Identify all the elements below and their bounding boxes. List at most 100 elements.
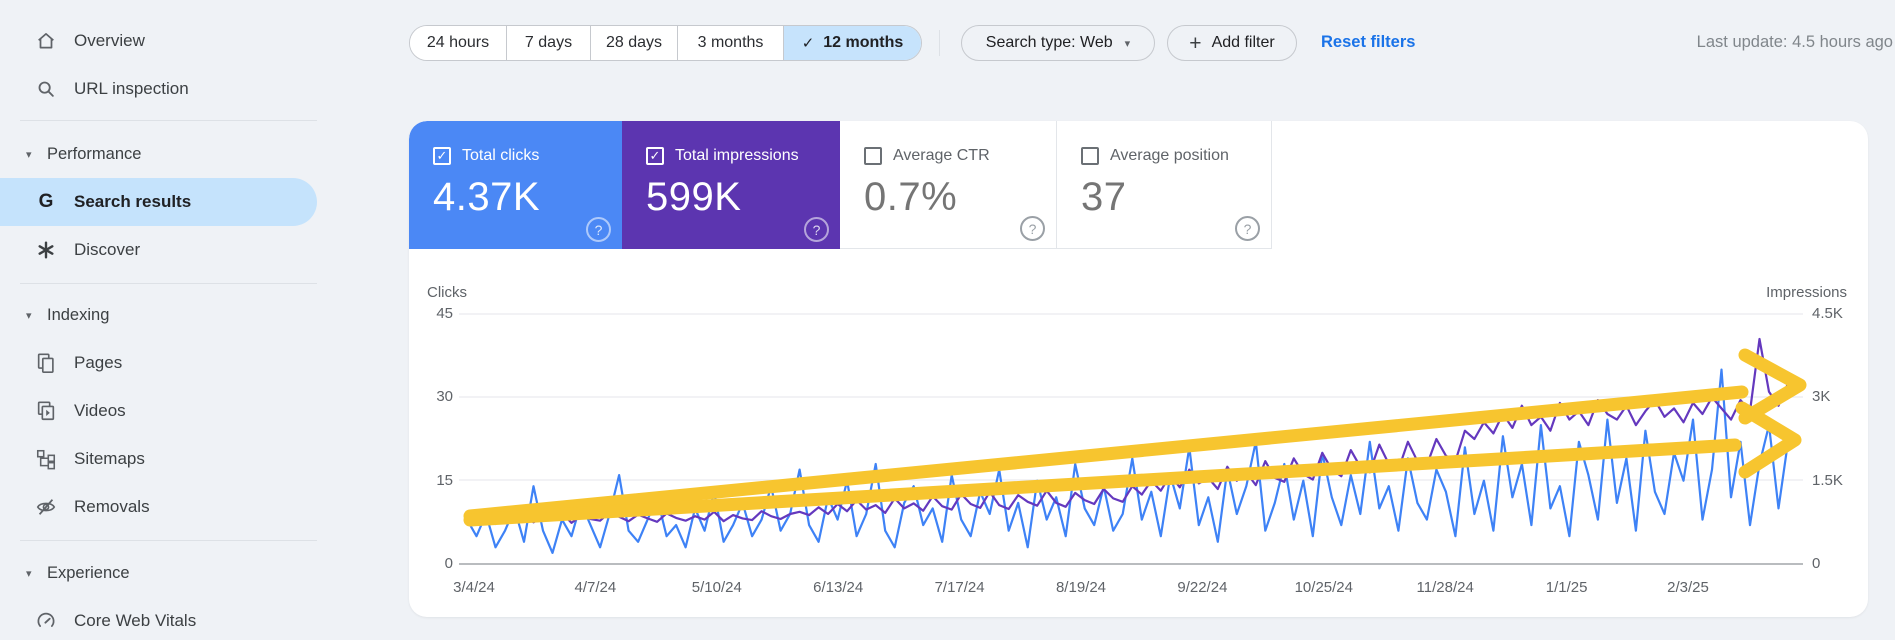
y-axis-left-tick: 15 — [436, 471, 453, 489]
average-ctr-card[interactable]: Average CTR 0.7% ? — [840, 121, 1057, 249]
sidebar-divider — [20, 540, 317, 541]
sidebar-item-label: URL inspection — [74, 79, 189, 98]
chevron-down-icon: ▾ — [26, 567, 32, 580]
sidebar-item-label: Search results — [74, 192, 192, 211]
card-label: Average position — [1110, 147, 1229, 164]
gauge-icon — [34, 609, 58, 633]
average-position-checkbox[interactable] — [1081, 147, 1099, 165]
x-axis-tick: 9/22/24 — [1177, 579, 1228, 596]
sidebar-item-core-web-vitals[interactable]: Core Web Vitals — [0, 597, 317, 640]
x-axis-tick: 5/10/24 — [691, 579, 742, 596]
trend-arrow-upper-shaft — [463, 385, 1749, 523]
search-type-dropdown[interactable]: Search type: Web ▾ — [961, 25, 1155, 61]
sidebar-item-label: Core Web Vitals — [74, 611, 197, 630]
date-range-segmented-control: 24 hours 7 days 28 days 3 months ✓ 12 mo… — [409, 25, 922, 61]
x-axis-tick: 11/28/24 — [1416, 579, 1474, 596]
total-impressions-value: 599K — [646, 175, 742, 219]
sidebar-section-experience[interactable]: ▾ Experience — [0, 549, 320, 597]
sidebar-item-label: Sitemaps — [74, 449, 145, 468]
sidebar-item-label: Discover — [74, 240, 141, 259]
sidebar-item-pages[interactable]: Pages — [0, 339, 317, 387]
range-24-hours-button[interactable]: 24 hours — [410, 26, 506, 60]
y-axis-right-tick: 1.5K — [1812, 471, 1843, 489]
sidebar-item-url-inspection[interactable]: URL inspection — [0, 65, 317, 113]
range-12-months-button[interactable]: ✓ 12 months — [783, 26, 921, 60]
x-axis-tick: 4/7/24 — [574, 579, 617, 596]
checkmark-icon: ✓ — [801, 35, 815, 52]
range-28-days-button[interactable]: 28 days — [590, 26, 677, 60]
sidebar-item-search-results[interactable]: G Search results — [0, 178, 317, 226]
total-clicks-checkbox[interactable]: ✓ — [433, 147, 451, 165]
average-position-card[interactable]: Average position 37 ? — [1057, 121, 1272, 249]
videos-icon — [34, 399, 58, 423]
total-clicks-value: 4.37K — [433, 175, 541, 219]
sidebar-item-sitemaps[interactable]: Sitemaps — [0, 435, 317, 483]
x-axis-tick: 8/19/24 — [1055, 579, 1107, 596]
average-ctr-value: 0.7% — [864, 175, 958, 219]
range-3-months-button[interactable]: 3 months — [677, 26, 783, 60]
range-7-days-button[interactable]: 7 days — [506, 26, 590, 60]
google-g-icon: G — [38, 191, 54, 212]
trend-arrow-annotations — [463, 348, 1807, 527]
sidebar-item-videos[interactable]: Videos — [0, 387, 317, 435]
card-label: Total impressions — [675, 147, 799, 164]
sidebar: Overview URL inspection ▾ Performance G … — [0, 0, 320, 640]
total-clicks-card[interactable]: ✓ Total clicks 4.37K ? — [409, 121, 622, 249]
y-axis-left-tick: 0 — [444, 555, 453, 572]
range-label: 28 days — [605, 34, 663, 51]
average-ctr-checkbox[interactable] — [864, 147, 882, 165]
y-axis-left-title: Clicks — [427, 284, 467, 301]
sidebar-item-label: Videos — [74, 401, 126, 420]
x-axis-tick: 7/17/24 — [934, 579, 985, 596]
search-type-label: Search type: Web — [985, 34, 1113, 51]
trend-arrow-upper-head — [1738, 348, 1807, 425]
sidebar-section-label: Experience — [47, 563, 130, 582]
chart-gridlines — [459, 313, 1803, 565]
range-label: 7 days — [524, 34, 573, 51]
sidebar-item-removals[interactable]: Removals — [0, 483, 317, 531]
x-axis-tick: 6/13/24 — [813, 579, 864, 596]
help-icon[interactable]: ? — [1020, 216, 1045, 241]
y-axis-right-tick: 4.5K — [1812, 305, 1843, 322]
search-icon — [34, 77, 58, 101]
range-label: 12 months — [823, 34, 904, 51]
reset-filters-link[interactable]: Reset filters — [1321, 33, 1415, 52]
add-filter-label: Add filter — [1211, 34, 1275, 51]
plus-icon: + — [1189, 31, 1202, 55]
sidebar-item-overview[interactable]: Overview — [0, 17, 317, 65]
pages-icon — [34, 351, 58, 375]
sidebar-item-discover[interactable]: Discover — [0, 226, 317, 274]
sitemap-icon — [34, 447, 58, 471]
home-icon — [34, 29, 58, 53]
total-impressions-card[interactable]: ✓ Total impressions 599K ? — [622, 121, 840, 249]
y-axis-right-title: Impressions — [1766, 284, 1847, 301]
help-icon[interactable]: ? — [586, 217, 611, 242]
total-impressions-checkbox[interactable]: ✓ — [646, 147, 664, 165]
y-axis-right-tick: 3K — [1812, 388, 1831, 406]
help-icon[interactable]: ? — [1235, 216, 1260, 241]
series-line-total-clicks — [466, 368, 1790, 554]
y-axis-left-tick: 30 — [436, 388, 453, 406]
sidebar-item-label: Pages — [74, 353, 123, 372]
card-label: Average CTR — [893, 147, 990, 164]
x-axis-tick: 2/3/25 — [1667, 579, 1709, 596]
x-axis-tick: 10/25/24 — [1294, 579, 1353, 596]
x-axis-tick: 1/1/25 — [1545, 579, 1588, 596]
sidebar-divider — [20, 283, 317, 284]
trend-arrow-lower-shaft — [463, 438, 1742, 527]
average-position-value: 37 — [1081, 175, 1127, 219]
card-label: Total clicks — [462, 147, 540, 164]
range-label: 3 months — [697, 34, 764, 51]
performance-panel: ✓ Total clicks 4.37K ? ✓ Total impressio… — [409, 121, 1868, 617]
sidebar-section-performance[interactable]: ▾ Performance — [0, 130, 320, 178]
add-filter-button[interactable]: + Add filter — [1167, 25, 1297, 61]
chart-series-lines — [466, 337, 1790, 554]
y-axis-left-tick: 45 — [436, 305, 453, 322]
x-axis-tick: 3/4/24 — [453, 579, 495, 596]
range-label: 24 hours — [426, 34, 490, 51]
sidebar-divider — [20, 120, 317, 121]
help-icon[interactable]: ? — [804, 217, 829, 242]
series-line-total-impressions — [466, 337, 1790, 526]
sidebar-section-indexing[interactable]: ▾ Indexing — [0, 291, 320, 339]
trend-arrow-lower-head — [1735, 401, 1802, 479]
